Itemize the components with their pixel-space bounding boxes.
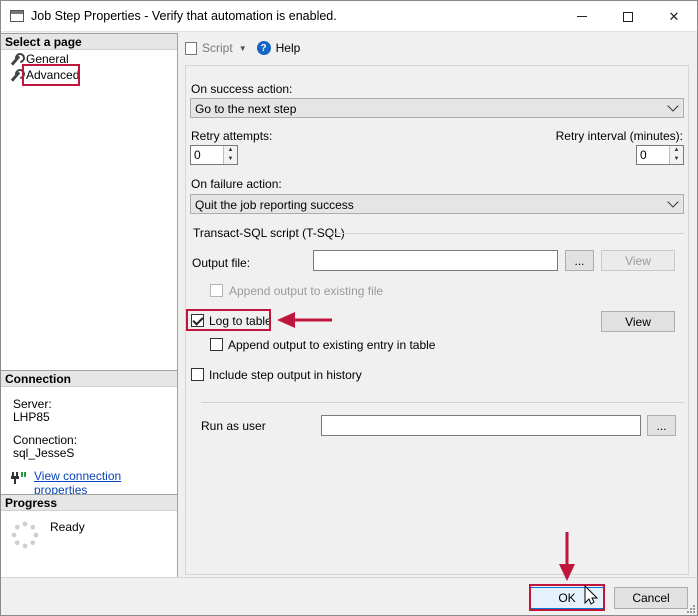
- tsql-group-label: Transact-SQL script (T-SQL): [193, 226, 345, 240]
- highlight-ok: [529, 584, 605, 611]
- retry-interval-stepper[interactable]: 0 ▲ ▼: [636, 145, 684, 165]
- stepper-up-icon[interactable]: ▲: [224, 146, 237, 155]
- append-entry-table-label: Append output to existing entry in table: [228, 338, 436, 352]
- close-button[interactable]: ✕: [651, 1, 697, 32]
- script-label: Script: [202, 41, 233, 55]
- stepper-down-icon[interactable]: ▼: [670, 155, 683, 164]
- advanced-page-content: On success action: Go to the next step R…: [185, 65, 689, 575]
- on-success-label: On success action:: [191, 82, 293, 96]
- highlight-log-to-table: [186, 309, 271, 331]
- include-history-checkbox[interactable]: [191, 368, 204, 381]
- toolbar: Script ▼ ? Help: [179, 33, 697, 63]
- highlight-advanced: [22, 64, 80, 86]
- view-connection-properties-link[interactable]: View connection properties: [34, 469, 177, 497]
- retry-attempts-stepper[interactable]: 0 ▲ ▼: [190, 145, 238, 165]
- cancel-button[interactable]: Cancel: [614, 587, 688, 609]
- append-output-file-label: Append output to existing file: [229, 284, 384, 298]
- run-as-user-label: Run as user: [201, 419, 266, 433]
- chevron-down-icon: ▼: [238, 43, 247, 53]
- stepper-down-icon[interactable]: ▼: [224, 155, 237, 164]
- title-bar: Job Step Properties - Verify that automa…: [1, 1, 697, 32]
- left-pane: Select a page General Advanced Connectio…: [1, 33, 178, 577]
- run-as-user-input[interactable]: [321, 415, 641, 436]
- group-divider: [332, 233, 684, 234]
- view-table-button[interactable]: View: [601, 311, 675, 332]
- connection-header: Connection: [1, 370, 177, 387]
- chevron-down-icon: [667, 100, 679, 112]
- output-file-input[interactable]: [313, 250, 558, 271]
- run-as-user-browse-button[interactable]: ...: [647, 415, 676, 436]
- connection-plug-icon: [11, 472, 26, 484]
- help-icon: ?: [256, 41, 271, 55]
- retry-attempts-label: Retry attempts:: [191, 129, 273, 143]
- on-success-value: Go to the next step: [195, 102, 297, 116]
- window-icon: [10, 10, 24, 22]
- stepper-up-icon[interactable]: ▲: [670, 146, 683, 155]
- progress-header: Progress: [1, 494, 177, 511]
- chevron-down-icon: [667, 196, 679, 208]
- maximize-button[interactable]: [605, 1, 651, 32]
- retry-interval-label: Retry interval (minutes):: [555, 129, 683, 143]
- select-page-header: Select a page: [1, 33, 177, 50]
- stepper-buttons[interactable]: ▲ ▼: [223, 146, 237, 164]
- retry-attempts-value: 0: [194, 148, 201, 162]
- include-history-label: Include step output in history: [209, 368, 362, 382]
- append-output-file-checkbox[interactable]: [210, 284, 223, 297]
- help-label: Help: [275, 41, 301, 55]
- connection-value: sql_JesseS: [13, 446, 75, 460]
- retry-interval-value: 0: [640, 148, 647, 162]
- help-button[interactable]: ? Help: [256, 41, 301, 55]
- progress-spinner-icon: [11, 521, 39, 549]
- right-pane: Script ▼ ? Help On success action: Go to…: [179, 33, 697, 577]
- script-icon: [185, 41, 197, 55]
- wrench-icon: [9, 53, 22, 66]
- window-title: Job Step Properties - Verify that automa…: [31, 9, 337, 23]
- on-failure-value: Quit the job reporting success: [195, 198, 354, 212]
- output-file-label: Output file:: [192, 256, 251, 270]
- connection-label: Connection:: [13, 433, 78, 447]
- close-icon: ✕: [668, 8, 680, 24]
- wrench-icon: [9, 69, 22, 82]
- job-step-properties-dialog: Job Step Properties - Verify that automa…: [0, 0, 698, 616]
- minimize-icon: [577, 16, 587, 17]
- minimize-button[interactable]: [559, 1, 605, 32]
- resize-grip-icon[interactable]: [685, 603, 695, 613]
- server-label: Server:: [13, 397, 52, 411]
- progress-status: Ready: [50, 520, 85, 534]
- append-entry-table-checkbox[interactable]: [210, 338, 223, 351]
- output-file-browse-button[interactable]: ...: [565, 250, 594, 271]
- on-failure-label: On failure action:: [191, 177, 282, 191]
- stepper-buttons[interactable]: ▲ ▼: [669, 146, 683, 164]
- script-button[interactable]: Script ▼: [185, 41, 247, 55]
- view-output-file-button[interactable]: View: [601, 250, 675, 271]
- on-success-dropdown[interactable]: Go to the next step: [190, 98, 684, 118]
- maximize-icon: [623, 11, 633, 22]
- run-as-divider: [201, 402, 684, 403]
- on-failure-dropdown[interactable]: Quit the job reporting success: [190, 194, 684, 214]
- server-value: LHP85: [13, 410, 50, 424]
- dialog-footer: OK Cancel: [1, 577, 697, 615]
